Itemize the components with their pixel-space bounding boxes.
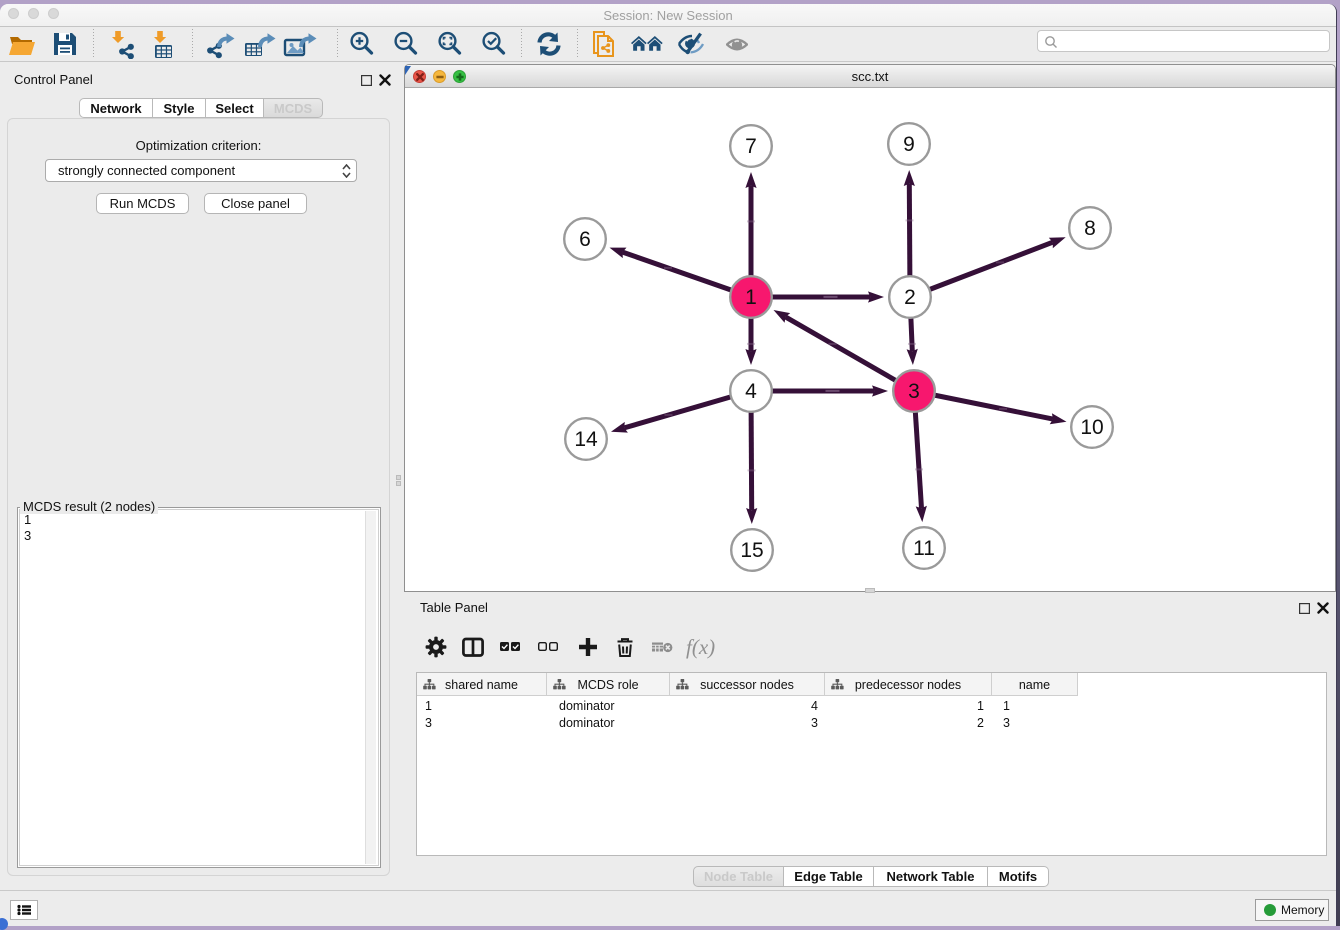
- svg-text:9: 9: [903, 133, 915, 156]
- svg-text:14: 14: [574, 428, 598, 451]
- svg-text:4: 4: [745, 380, 757, 403]
- svg-text:7: 7: [745, 135, 757, 158]
- svg-text:11: 11: [913, 537, 935, 560]
- svg-text:1: 1: [745, 286, 757, 309]
- svg-text:2: 2: [904, 286, 916, 309]
- svg-text:10: 10: [1080, 416, 1103, 439]
- svg-text:3: 3: [908, 380, 920, 403]
- svg-text:6: 6: [579, 228, 591, 251]
- svg-text:8: 8: [1084, 217, 1096, 240]
- svg-text:15: 15: [740, 539, 763, 562]
